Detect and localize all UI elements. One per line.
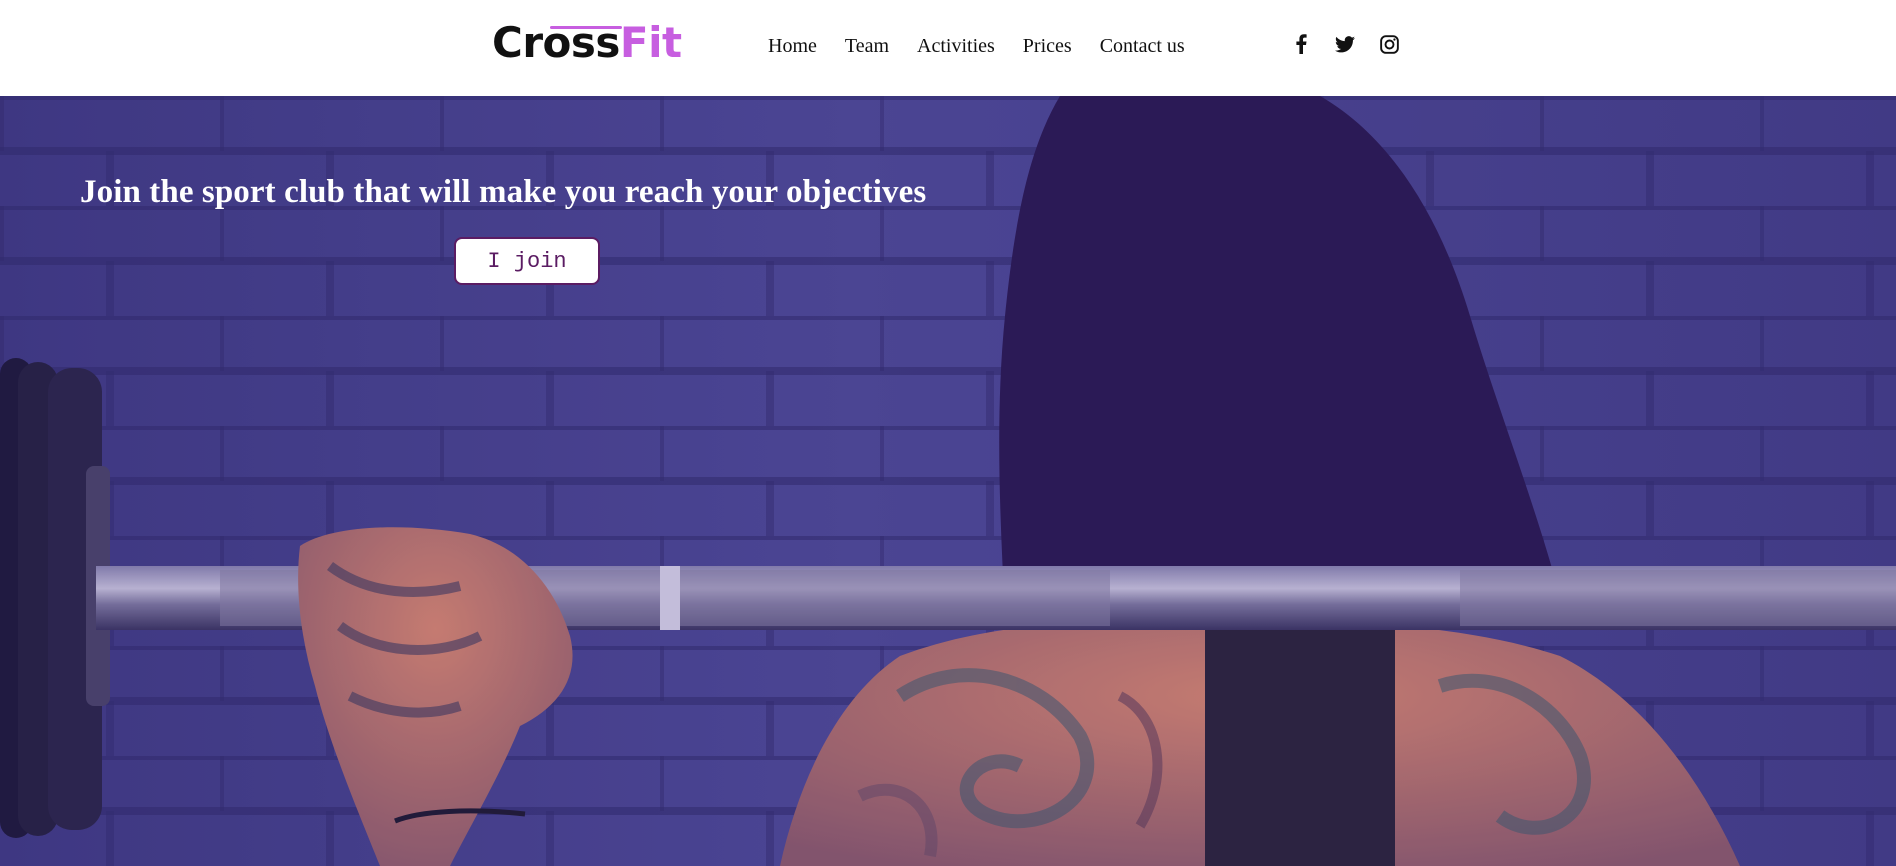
nav-item-home[interactable]: Home <box>768 32 817 60</box>
nav-item-activities[interactable]: Activities <box>917 32 995 60</box>
nav-item-contact-us[interactable]: Contact us <box>1100 32 1185 60</box>
nav-item-team[interactable]: Team <box>845 32 889 60</box>
instagram-icon[interactable] <box>1378 33 1400 55</box>
social-links <box>1290 33 1422 55</box>
logo-accent-bar <box>550 26 622 29</box>
facebook-icon[interactable] <box>1290 33 1312 55</box>
main-nav: Home Team Activities Prices Contact us <box>768 32 1213 60</box>
site-header: CrossFit Home Team Activities Prices Con… <box>0 0 1896 96</box>
twitter-icon[interactable] <box>1334 33 1356 55</box>
hero-section: Join the sport club that will make you r… <box>0 96 1896 866</box>
logo-text-fit: Fit <box>619 18 682 67</box>
hero-title: Join the sport club that will make you r… <box>80 174 927 210</box>
nav-item-prices[interactable]: Prices <box>1023 32 1072 60</box>
crossfit-logo[interactable]: CrossFit <box>492 18 682 68</box>
hero-background-image <box>0 96 1896 866</box>
join-button[interactable]: I join <box>454 237 600 285</box>
